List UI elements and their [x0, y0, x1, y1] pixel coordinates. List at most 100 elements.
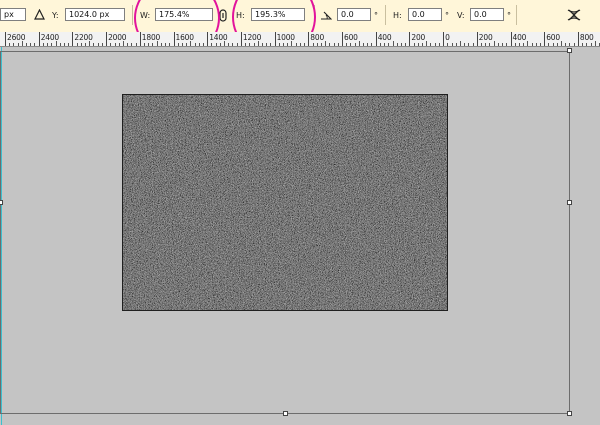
ruler-minor-tick: [266, 43, 268, 46]
horizontal-skew-field[interactable]: 0.0: [408, 8, 442, 21]
ruler-minor-tick: [569, 43, 571, 46]
ruler-minor-tick: [497, 43, 499, 46]
transform-handle-bottom[interactable]: [283, 411, 288, 416]
ruler-minor-tick: [30, 43, 32, 46]
ruler-minor-tick: [514, 43, 516, 46]
ruler-minor-tick: [405, 43, 407, 46]
transform-handle-bottom-right[interactable]: [567, 411, 572, 416]
ruler-minor-tick: [287, 43, 289, 46]
ruler-minor-tick: [459, 41, 461, 46]
degree-symbol: °: [374, 11, 378, 20]
separator: [385, 5, 386, 25]
ruler-minor-tick: [299, 43, 301, 46]
horizontal-ruler[interactable]: 2600 2400 2200 2000 1800 1600 1400 1200 1000 800 6…: [0, 32, 600, 47]
ruler-minor-tick: [438, 43, 440, 46]
ruler-minor-tick: [396, 43, 398, 46]
ruler-minor-tick: [165, 43, 167, 46]
ruler-minor-tick: [80, 43, 82, 46]
ruler-minor-tick: [236, 43, 238, 46]
ruler-major-tick: [342, 32, 343, 46]
ruler-minor-tick: [337, 43, 339, 46]
ruler-minor-tick: [367, 43, 369, 46]
ruler-minor-tick: [430, 43, 432, 46]
ruler-minor-tick: [523, 43, 525, 46]
ruler-minor-tick: [422, 43, 424, 46]
vertical-skew-field[interactable]: 0.0: [470, 8, 504, 21]
ruler-minor-tick: [114, 43, 116, 46]
separator: [516, 5, 517, 25]
ruler-minor-tick: [539, 43, 541, 46]
ruler-label: 200: [411, 33, 426, 42]
ruler-label: 800: [579, 33, 594, 42]
x-position-field[interactable]: px: [0, 8, 26, 21]
ruler-minor-tick: [493, 41, 495, 46]
warp-mode-icon[interactable]: [566, 7, 582, 23]
ruler-minor-tick: [278, 43, 280, 46]
link-aspect-ratio-icon[interactable]: [219, 9, 227, 22]
noise-texture-layer[interactable]: [122, 94, 448, 311]
ruler-minor-tick: [148, 43, 150, 46]
ruler-minor-tick: [270, 43, 272, 46]
ruler-minor-tick: [51, 43, 53, 46]
relative-positioning-icon[interactable]: [34, 9, 45, 20]
ruler-minor-tick: [97, 43, 99, 46]
ruler-minor-tick: [434, 43, 436, 46]
ruler-minor-tick: [594, 41, 596, 46]
ruler-minor-tick: [464, 43, 466, 46]
ruler-minor-tick: [245, 43, 247, 46]
ruler-minor-tick: [13, 43, 15, 46]
ruler-minor-tick: [548, 43, 550, 46]
transform-handle-top-right[interactable]: [567, 48, 572, 53]
ruler-label: 800: [310, 33, 325, 42]
ruler-minor-tick: [388, 43, 390, 46]
ruler-major-tick: [72, 32, 74, 46]
ruler-minor-tick: [400, 43, 402, 46]
ruler-minor-tick: [152, 43, 154, 46]
ruler-minor-tick: [47, 43, 49, 46]
ruler-minor-tick: [156, 41, 158, 46]
ruler-minor-tick: [468, 43, 470, 46]
ruler-minor-tick: [329, 43, 331, 46]
options-bar: px Y: 1024.0 px W: 175.4% H: 195.3% 0.0 …: [0, 0, 600, 58]
ruler-minor-tick: [17, 43, 19, 46]
ruler-minor-tick: [202, 43, 204, 46]
ruler-minor-tick: [384, 43, 386, 46]
ruler-minor-tick: [556, 43, 558, 46]
ruler-minor-tick: [9, 43, 11, 46]
ruler-minor-tick: [34, 43, 36, 46]
ruler-minor-tick: [312, 43, 314, 46]
ruler-label: 600: [546, 33, 560, 42]
ruler-minor-tick: [531, 43, 533, 46]
ruler-minor-tick: [333, 43, 335, 46]
ruler-minor-tick: [291, 41, 293, 46]
ruler-minor-tick: [249, 43, 251, 46]
ruler-minor-tick: [42, 43, 44, 46]
ruler-minor-tick: [101, 43, 103, 46]
ruler-minor-tick: [181, 43, 183, 46]
ruler-minor-tick: [198, 43, 200, 46]
ruler-minor-tick: [122, 41, 124, 46]
y-position-field[interactable]: 1024.0 px: [65, 8, 125, 21]
ruler-minor-tick: [426, 41, 428, 46]
rotate-angle-field[interactable]: 0.0: [337, 8, 371, 21]
ruler-minor-tick: [561, 41, 563, 46]
ruler-minor-tick: [346, 43, 348, 46]
ruler-minor-tick: [160, 43, 162, 46]
ruler-minor-tick: [586, 43, 588, 46]
ruler-minor-tick: [535, 43, 537, 46]
transform-handle-right[interactable]: [567, 200, 572, 205]
separator: [132, 5, 133, 25]
x-unit-text: px: [4, 10, 14, 19]
transform-handle-left[interactable]: [0, 200, 3, 205]
ruler-minor-tick: [590, 43, 592, 46]
ruler-minor-tick: [451, 43, 453, 46]
ruler-major-tick: [476, 32, 478, 46]
ruler-minor-tick: [177, 43, 179, 46]
ruler-minor-tick: [363, 43, 365, 46]
ruler-major-tick: [443, 32, 445, 46]
ruler-minor-tick: [506, 43, 508, 46]
ruler-minor-tick: [85, 43, 87, 46]
ruler-minor-tick: [93, 43, 95, 46]
ruler-minor-tick: [350, 43, 352, 46]
ruler-major-tick: [139, 32, 141, 46]
